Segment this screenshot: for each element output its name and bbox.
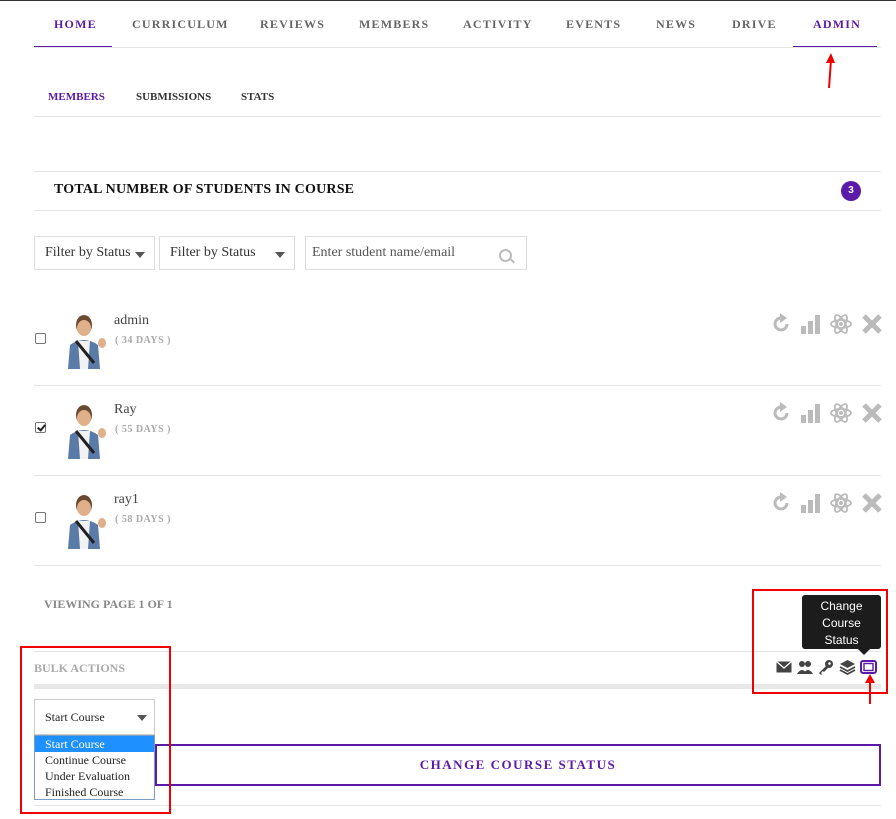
avatar [68, 315, 106, 369]
reset-icon[interactable] [770, 313, 792, 335]
student-count-badge: 3 [841, 181, 861, 201]
member-checkbox[interactable] [35, 333, 46, 344]
row-divider [34, 385, 881, 386]
chevron-down-icon [135, 252, 145, 258]
row-divider [34, 475, 881, 476]
member-name[interactable]: Ray [114, 402, 137, 418]
stats-icon[interactable] [800, 492, 822, 514]
member-checkbox[interactable] [35, 512, 46, 523]
remove-icon[interactable] [861, 492, 883, 514]
subnav-submissions[interactable]: SUBMISSIONS [136, 91, 211, 103]
nav-curriculum[interactable]: CURRICULUM [132, 17, 229, 32]
stats-icon[interactable] [800, 313, 822, 335]
search-input[interactable]: Enter student name/email [305, 236, 527, 270]
atom-icon[interactable] [830, 492, 852, 514]
nav-drive[interactable]: DRIVE [732, 17, 777, 32]
filter-status-select-2[interactable]: Filter by Status [159, 236, 295, 270]
top-border [0, 0, 896, 1]
students-heading: TOTAL NUMBER OF STUDENTS IN COURSE [54, 182, 355, 197]
filter-status-select-1[interactable]: Filter by Status [34, 236, 155, 270]
nav-events[interactable]: EVENTS [566, 17, 621, 32]
member-name[interactable]: admin [114, 313, 149, 329]
nav-home[interactable]: HOME [54, 17, 97, 32]
reset-icon[interactable] [770, 402, 792, 424]
nav-reviews[interactable]: REVIEWS [260, 17, 325, 32]
nav-activity[interactable]: ACTIVITY [463, 17, 533, 32]
subnav-divider [34, 116, 881, 117]
nav-admin[interactable]: ADMIN [813, 17, 861, 32]
member-checkbox[interactable] [35, 422, 46, 433]
subnav-stats[interactable]: STATS [241, 91, 274, 103]
member-days: ( 58 DAYS ) [115, 514, 171, 525]
stats-icon[interactable] [800, 402, 822, 424]
nav-news[interactable]: NEWS [656, 17, 696, 32]
pagination-text: VIEWING PAGE 1 OF 1 [44, 597, 173, 611]
change-course-status-button[interactable]: CHANGE COURSE STATUS [155, 744, 881, 786]
avatar [68, 495, 106, 549]
atom-icon[interactable] [830, 313, 852, 335]
subnav-members[interactable]: MEMBERS [48, 91, 105, 103]
heading-bottom-divider [34, 210, 881, 211]
filter-status-label-1: Filter by Status [45, 245, 131, 260]
member-days: ( 34 DAYS ) [115, 335, 171, 346]
heading-top-divider [34, 171, 881, 172]
atom-icon[interactable] [830, 402, 852, 424]
remove-icon[interactable] [861, 402, 883, 424]
nav-divider [34, 47, 881, 48]
search-icon[interactable] [499, 249, 512, 262]
filter-status-label-2: Filter by Status [170, 245, 256, 260]
annotation-arrow-status-icon [865, 674, 875, 704]
chevron-down-icon [275, 252, 285, 258]
member-days: ( 55 DAYS ) [115, 424, 171, 435]
member-name[interactable]: ray1 [114, 492, 139, 508]
avatar [68, 405, 106, 459]
remove-icon[interactable] [861, 313, 883, 335]
annotation-arrow-admin [826, 53, 835, 89]
reset-icon[interactable] [770, 492, 792, 514]
row-divider [34, 565, 881, 566]
nav-members[interactable]: MEMBERS [359, 17, 429, 32]
search-placeholder: Enter student name/email [312, 245, 456, 260]
annotation-box-bulk-actions [20, 646, 171, 814]
